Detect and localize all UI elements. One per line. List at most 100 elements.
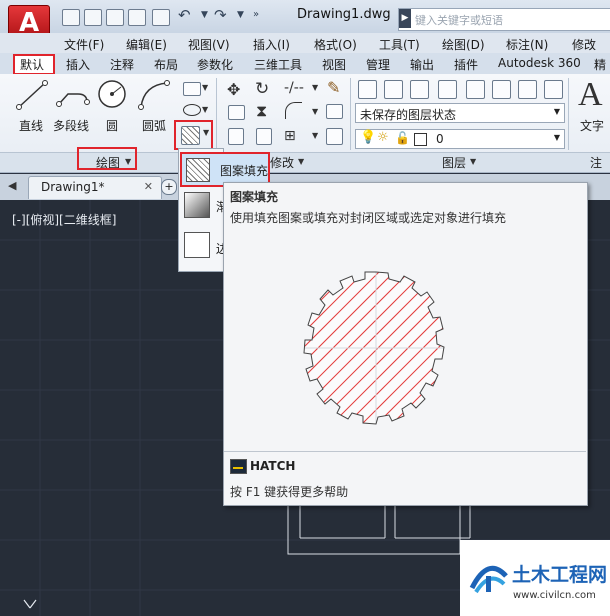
boundary-menu-item[interactable] [184, 232, 210, 258]
layer-state-icon[interactable] [384, 80, 403, 99]
layer-off-icon[interactable] [438, 80, 457, 99]
layer-freeze-icon[interactable] [518, 80, 537, 99]
new-tab-icon[interactable]: + [161, 179, 177, 195]
rectangle-icon[interactable] [183, 82, 201, 96]
menu-draw[interactable]: 绘图(D) [442, 36, 485, 53]
text-icon[interactable]: A [578, 76, 603, 114]
tooltip-description: 使用填充图案或填充对封闭区域或选定对象进行填充 [230, 211, 507, 225]
arc-button-label[interactable]: 圆弧 [142, 117, 166, 134]
tab-manage[interactable]: 管理 [366, 56, 390, 73]
tab-parametric[interactable]: 参数化 [197, 56, 233, 73]
close-icon[interactable]: ✕ [144, 180, 153, 193]
explode-icon[interactable] [326, 104, 343, 119]
line-button-label[interactable]: 直线 [19, 117, 43, 134]
command-line-icon [230, 459, 247, 474]
tab-autodesk-360[interactable]: Autodesk 360 [498, 56, 581, 70]
undo-dropdown-icon[interactable]: ▼ [201, 10, 208, 20]
menu-insert[interactable]: 插入(I) [253, 36, 290, 53]
arc-icon[interactable] [138, 80, 170, 110]
tooltip-help-hint: 按 F1 键获得更多帮助 [230, 485, 349, 499]
line-icon[interactable] [16, 80, 48, 110]
tab-scroll-left-icon[interactable]: ◀ [8, 179, 16, 192]
layer-match-icon[interactable] [466, 80, 485, 99]
tab-plugins[interactable]: 插件 [454, 56, 478, 73]
layer-isolate-icon[interactable] [410, 80, 429, 99]
polyline-button-label[interactable]: 多段线 [53, 117, 89, 134]
tab-default[interactable]: 默认 [20, 56, 44, 73]
mirror-icon[interactable]: ⧗ [256, 101, 267, 121]
save-icon[interactable] [106, 9, 124, 26]
unlock-icon: 🔓 [395, 131, 410, 145]
print-icon[interactable] [152, 9, 170, 26]
undo-icon[interactable]: ↶ [178, 6, 191, 24]
tab-annotate[interactable]: 注释 [110, 56, 134, 73]
trim-icon[interactable]: -/-- [284, 80, 304, 96]
modify-panel-label[interactable]: 修改 [270, 154, 294, 171]
tab-view[interactable]: 视图 [322, 56, 346, 73]
search-input[interactable]: 键入关键字或短语 [398, 8, 610, 31]
tooltip-divider [224, 451, 586, 452]
layers-panel-dropdown-icon[interactable]: ▼ [470, 157, 476, 166]
panel-separator [216, 78, 217, 150]
tooltip-title: 图案填充 [230, 190, 279, 204]
move-icon[interactable]: ✥ [227, 80, 240, 99]
rotate-icon[interactable]: ↻ [255, 79, 269, 99]
modify-panel-dropdown-icon[interactable]: ▼ [298, 157, 304, 166]
open-folder-icon[interactable] [84, 9, 102, 26]
text-button-label[interactable]: 文字 [580, 117, 604, 134]
document-tab[interactable]: Drawing1* ✕ [28, 176, 162, 199]
polyline-icon[interactable] [56, 80, 90, 110]
layer-state-value: 未保存的图层状态 [360, 108, 457, 122]
menu-edit[interactable]: 编辑(E) [126, 36, 167, 53]
viewport-controls-label[interactable]: [-][俯视][二维线框] [12, 211, 116, 228]
tab-output[interactable]: 输出 [410, 56, 434, 73]
layer-lock-icon[interactable] [544, 80, 563, 99]
watermark-url: www.civilcn.com [513, 590, 596, 601]
ellipse-icon[interactable] [183, 104, 201, 116]
panel-separator [568, 78, 569, 150]
menu-format[interactable]: 格式(O) [314, 36, 357, 53]
tab-insert[interactable]: 插入 [66, 56, 90, 73]
layer-dropdown[interactable]: 💡 ☼ 🔓 0 ▼ [355, 129, 565, 149]
save-as-icon[interactable] [128, 9, 146, 26]
redo-dropdown-icon[interactable]: ▼ [237, 10, 244, 20]
layer-state-dropdown[interactable]: 未保存的图层状态 ▼ [355, 103, 565, 123]
trim-dropdown-icon[interactable]: ▼ [312, 83, 318, 92]
layer-properties-icon[interactable] [358, 80, 377, 99]
circle-button-label[interactable]: 圆 [106, 117, 118, 134]
menu-view[interactable]: 视图(V) [188, 36, 230, 53]
lightbulb-icon: 💡 [360, 130, 377, 145]
erase-icon[interactable]: ✎ [327, 78, 340, 97]
tab-featured[interactable]: 精 [594, 56, 606, 73]
new-file-icon[interactable] [62, 9, 80, 26]
chevron-down-icon: ▼ [553, 133, 560, 142]
circle-icon[interactable] [96, 78, 128, 110]
gradient-menu-item[interactable] [184, 192, 210, 218]
offset-icon[interactable] [326, 128, 343, 145]
ellipse-dropdown-icon[interactable]: ▼ [202, 105, 208, 114]
menu-file[interactable]: 文件(F) [64, 36, 104, 53]
tab-3d-tools[interactable]: 三维工具 [254, 56, 302, 73]
stretch-icon[interactable] [228, 128, 244, 145]
array-icon[interactable]: ⊞ [284, 128, 296, 144]
copy-icon[interactable] [228, 105, 245, 120]
more-tools-icon[interactable]: » [253, 9, 259, 20]
draw-panel-highlight [77, 147, 137, 170]
tab-layout[interactable]: 布局 [154, 56, 178, 73]
current-layer-value: 0 [436, 132, 444, 146]
menu-dimension[interactable]: 标注(N) [506, 36, 548, 53]
layers-panel-label[interactable]: 图层 [442, 154, 466, 171]
menu-tools[interactable]: 工具(T) [379, 36, 420, 53]
rectangle-dropdown-icon[interactable]: ▼ [202, 83, 208, 92]
redo-icon[interactable]: ↷ [214, 6, 227, 24]
array-dropdown-icon[interactable]: ▼ [312, 131, 318, 140]
layer-previous-icon[interactable] [492, 80, 511, 99]
hatch-button-highlight [174, 120, 213, 150]
fillet-dropdown-icon[interactable]: ▼ [312, 107, 318, 116]
panel-separator [350, 78, 351, 150]
color-swatch-icon [414, 133, 427, 146]
search-expand-icon[interactable]: ▶ [399, 9, 411, 28]
fillet-icon[interactable] [285, 102, 302, 119]
scale-icon[interactable] [256, 128, 272, 145]
hatch-icon [186, 158, 210, 182]
